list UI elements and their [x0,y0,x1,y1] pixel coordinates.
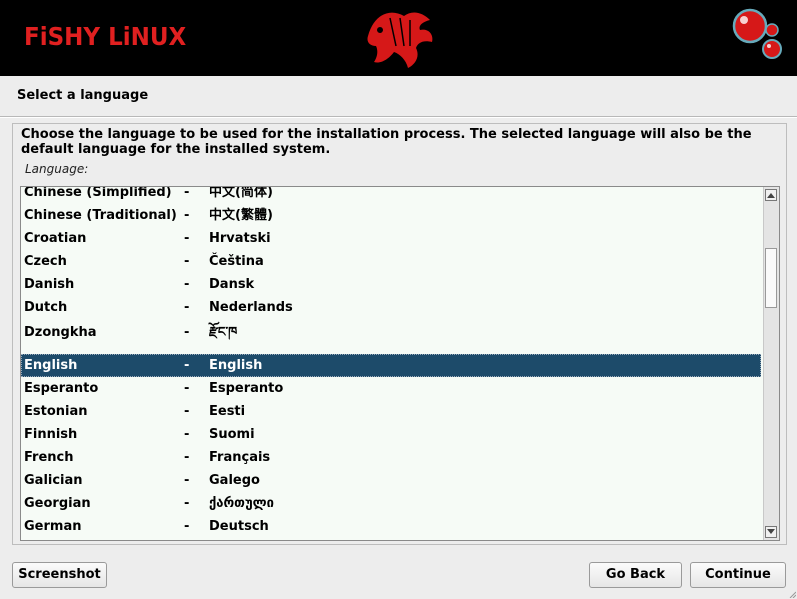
language-name: German [24,519,82,534]
separator-dash: - [184,186,190,200]
language-name: Georgian [24,496,91,511]
native-language-name: Eesti [209,404,246,419]
language-name: Czech [24,254,67,269]
brand-logo-text: FiSHY LiNUX [24,22,187,51]
native-language-name: English [209,358,263,373]
list-item[interactable]: Danish - Dansk [21,273,761,296]
separator-dash: - [184,450,190,465]
chevron-down-icon [767,529,775,534]
scroll-down-button[interactable] [765,526,777,538]
bubbles-icon [732,8,782,59]
language-name: Dutch [24,300,68,315]
language-rows: Chinese (Simplified) - 中文(简体) Chinese (Trad… [21,186,763,538]
separator-dash: - [184,277,190,292]
language-name: Dzongkha [24,325,97,340]
language-listbox[interactable]: Chinese (Simplified) - 中文(简体) Chinese (Trad… [20,186,780,541]
list-item[interactable]: Galician - Galego [21,469,761,492]
native-language-name: 中文(繁體) [209,208,273,223]
native-language-name: རྫོང་ཁ [209,325,238,340]
list-item[interactable]: Dzongkha - རྫོང་ཁ [21,319,761,347]
language-name: Chinese (Traditional) [24,208,177,223]
native-language-name: Hrvatski [209,231,271,246]
separator-dash: - [184,300,190,315]
page-title: Select a language [17,88,149,103]
separator-dash: - [184,325,190,340]
title-divider [0,116,797,118]
language-name: Chinese (Simplified) [24,186,172,200]
list-item-selected[interactable]: English - English [21,354,761,377]
native-language-name: 中文(简体) [209,186,273,200]
continue-button[interactable]: Continue [690,562,786,588]
separator-dash: - [184,381,190,396]
list-item[interactable]: Croatian - Hrvatski [21,227,761,250]
native-language-name: Esperanto [209,381,284,396]
language-name: Danish [24,277,75,292]
list-item[interactable]: Dutch - Nederlands [21,296,761,319]
scrollbar-thumb[interactable] [765,248,777,308]
native-language-name: Dansk [209,277,255,292]
resize-grip-icon [789,591,796,598]
separator-dash: - [184,358,190,373]
language-name: French [24,450,74,465]
separator-dash: - [184,208,190,223]
language-label: Language: [25,162,89,176]
list-item[interactable]: Czech - Čeština [21,250,761,273]
list-item[interactable]: Georgian - ქართული [21,492,761,515]
chevron-up-icon [767,193,775,198]
separator-dash: - [184,231,190,246]
native-language-name: Deutsch [209,519,269,534]
list-item[interactable]: Chinese (Traditional) - 中文(繁體) [21,204,761,227]
language-name: English [24,358,78,373]
separator-dash: - [184,496,190,511]
language-name: Esperanto [24,381,99,396]
native-language-name: Nederlands [209,300,293,315]
native-language-name: ქართული [209,496,274,511]
list-item[interactable]: Esperanto - Esperanto [21,377,761,400]
native-language-name: Français [209,450,271,465]
go-back-button[interactable]: Go Back [589,562,682,588]
native-language-name: Čeština [209,254,264,269]
separator-dash: - [184,254,190,269]
language-name: Galician [24,473,83,488]
native-language-name: Suomi [209,427,255,442]
scroll-up-button[interactable] [765,189,777,201]
betta-fish-icon [367,12,433,68]
separator-dash: - [184,473,190,488]
separator-dash: - [184,519,190,534]
description-text: Choose the language to be used for the i… [21,127,752,157]
list-item[interactable]: French - Français [21,446,761,469]
language-name: Finnish [24,427,78,442]
list-item[interactable]: Estonian - Eesti [21,400,761,423]
list-item[interactable]: Finnish - Suomi [21,423,761,446]
list-item[interactable]: German - Deutsch [21,515,761,538]
list-scrollbar[interactable] [763,187,779,540]
header-banner: FiSHY LiNUX [0,0,797,76]
screenshot-button[interactable]: Screenshot [12,562,107,588]
separator-dash: - [184,427,190,442]
native-language-name: Galego [209,473,260,488]
list-item[interactable]: Chinese (Simplified) - 中文(简体) [21,186,761,204]
language-name: Croatian [24,231,87,246]
language-name: Estonian [24,404,88,419]
separator-dash: - [184,404,190,419]
